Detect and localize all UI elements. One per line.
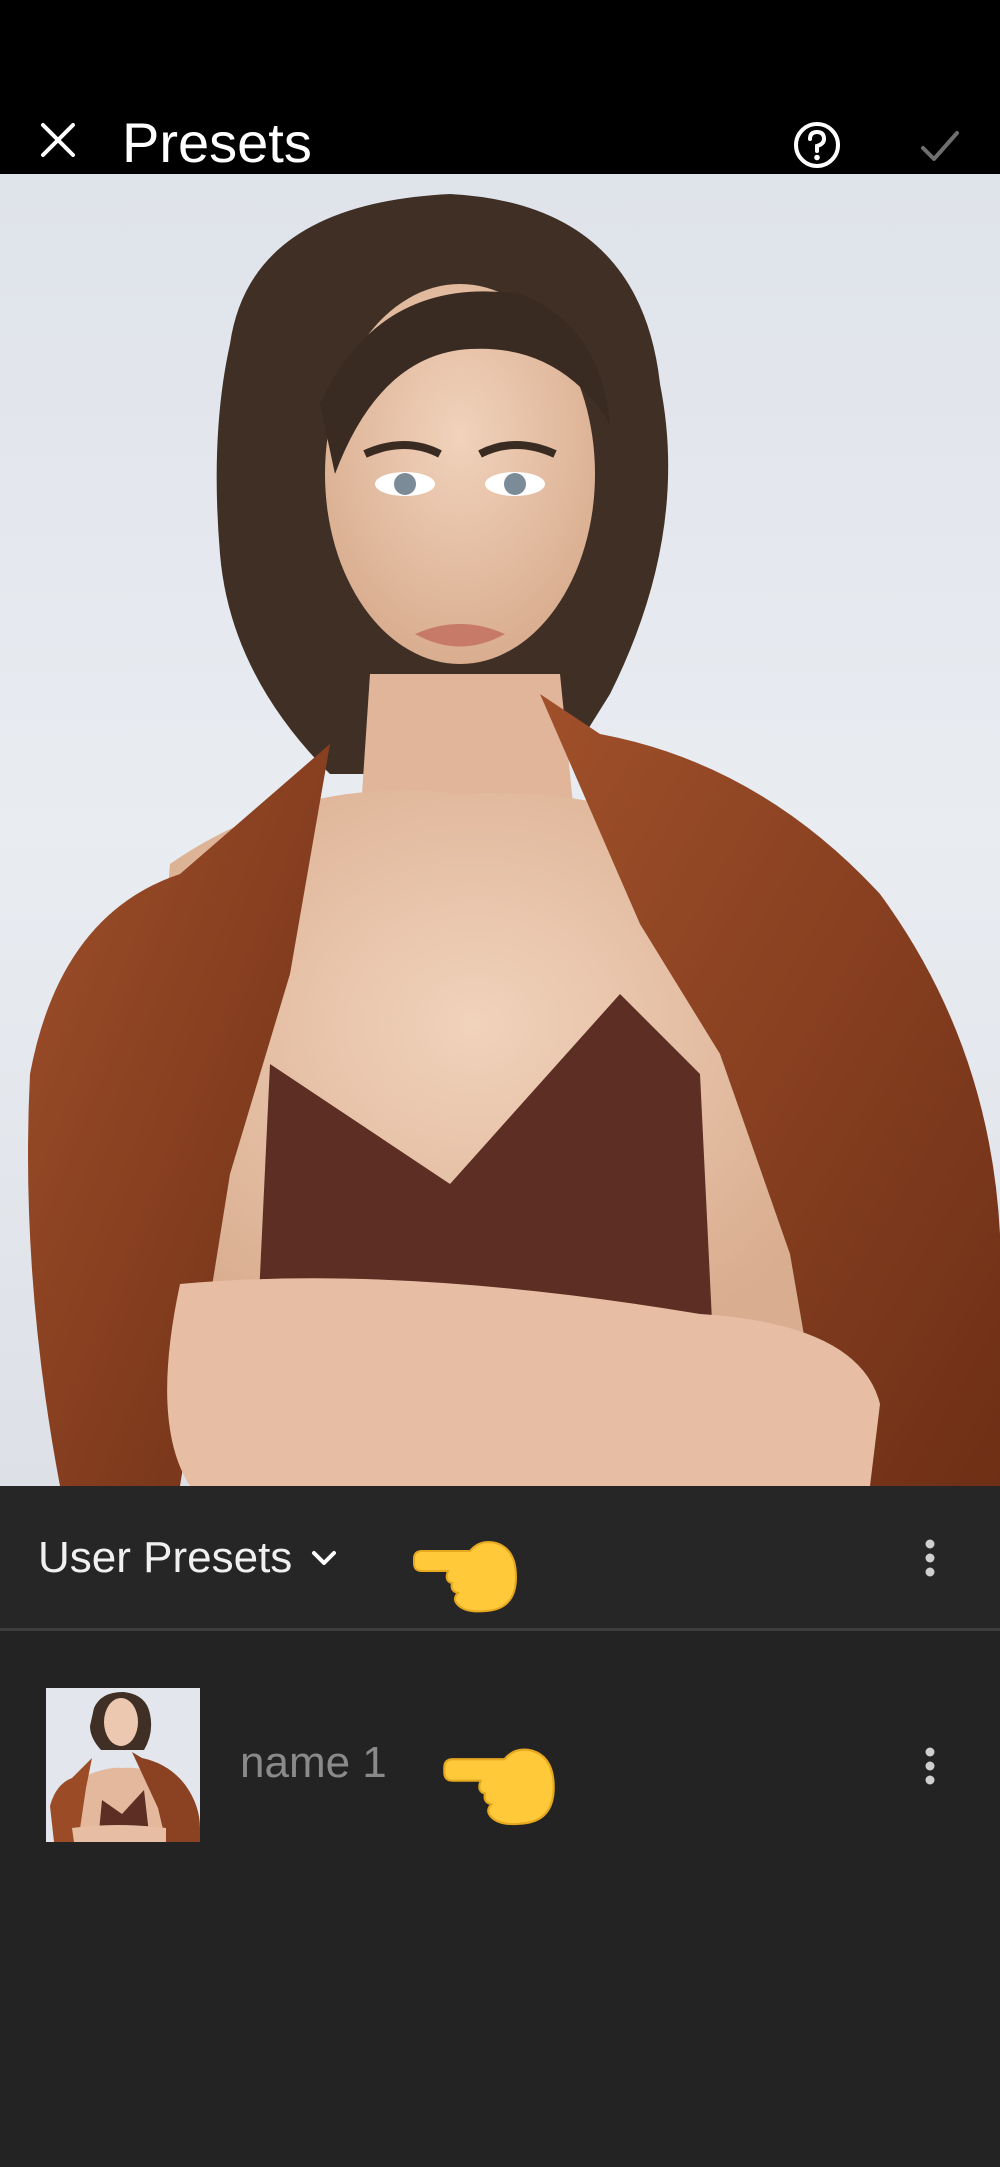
more-vertical-icon [925, 1747, 935, 1785]
photo-preview [0, 174, 1000, 1486]
pointing-hand-icon [443, 1748, 555, 1826]
checkmark-icon [921, 131, 959, 161]
more-vertical-icon [925, 1539, 935, 1577]
close-button[interactable] [30, 112, 86, 168]
preset-item-more-button[interactable] [908, 1738, 952, 1794]
presets-more-button[interactable] [908, 1530, 952, 1586]
close-icon [41, 123, 75, 157]
thumbnail-image [46, 1688, 200, 1842]
page-title: Presets [122, 111, 312, 174]
preset-group-label: User Presets [38, 1533, 293, 1582]
preset-thumbnail[interactable] [46, 1688, 200, 1842]
pointing-hand-icon [413, 1541, 518, 1613]
help-circle-icon [794, 122, 840, 168]
preset-name[interactable]: name 1 [240, 1738, 387, 1788]
portrait-photo [28, 194, 1000, 1486]
preset-group-dropdown[interactable]: User Presets [38, 1530, 338, 1586]
chevron-down-icon [312, 1551, 337, 1565]
divider [0, 1628, 1000, 1631]
help-button[interactable] [788, 116, 846, 174]
confirm-button[interactable] [912, 118, 968, 174]
